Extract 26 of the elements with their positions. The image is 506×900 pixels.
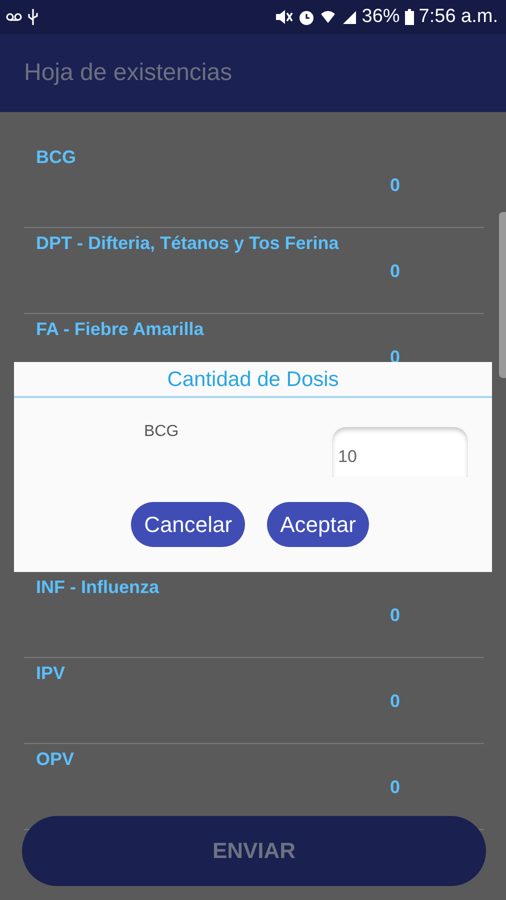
dose-count: 0 [390,690,400,712]
dialog-title: Cantidad de Dosis [14,362,492,398]
app-title: Hoja de existencias [24,59,232,87]
vaccine-name: FA - Fiebre Amarilla [36,318,204,340]
voicemail-icon [6,13,22,21]
alarm-icon [298,8,315,26]
dose-count: 0 [390,604,400,626]
clock: 7:56 a.m. [418,6,498,28]
dose-count: 0 [390,776,400,798]
dose-input[interactable]: 10 [332,427,468,477]
dose-count: 0 [390,174,400,196]
vaccine-name: BCG [36,146,76,168]
vaccine-name: IPV [36,662,66,684]
vaccine-name: DPT - Difteria, Tétanos y Tos Ferina [36,232,339,254]
dialog-button[interactable]: Aceptar [267,502,369,547]
usb-icon [28,9,38,25]
dialog-button[interactable]: Cancelar [131,502,246,547]
mute-icon [274,9,293,25]
battery-percent: 36% [362,6,400,28]
vaccine-name: INF - Influenza [36,576,159,598]
vaccine-label: BCG [144,423,180,441]
vaccine-name: OPV [36,748,74,770]
signal-icon [340,9,357,25]
battery-icon [404,9,414,25]
dose-count: 0 [390,260,400,282]
wifi-icon [320,9,336,25]
